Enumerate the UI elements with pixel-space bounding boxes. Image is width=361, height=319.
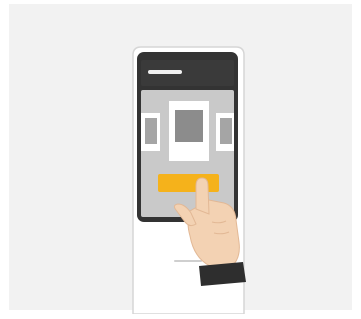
side-card-left-image	[145, 118, 157, 144]
action-button[interactable]	[158, 174, 219, 192]
header-line	[148, 70, 182, 74]
device-base-line	[174, 260, 202, 262]
illustration	[0, 0, 361, 315]
hand-sleeve	[199, 262, 246, 286]
hand-index-finger	[195, 177, 210, 215]
side-card-right-image	[220, 118, 232, 144]
illustration-canvas	[9, 4, 352, 315]
center-card-image	[175, 110, 203, 142]
